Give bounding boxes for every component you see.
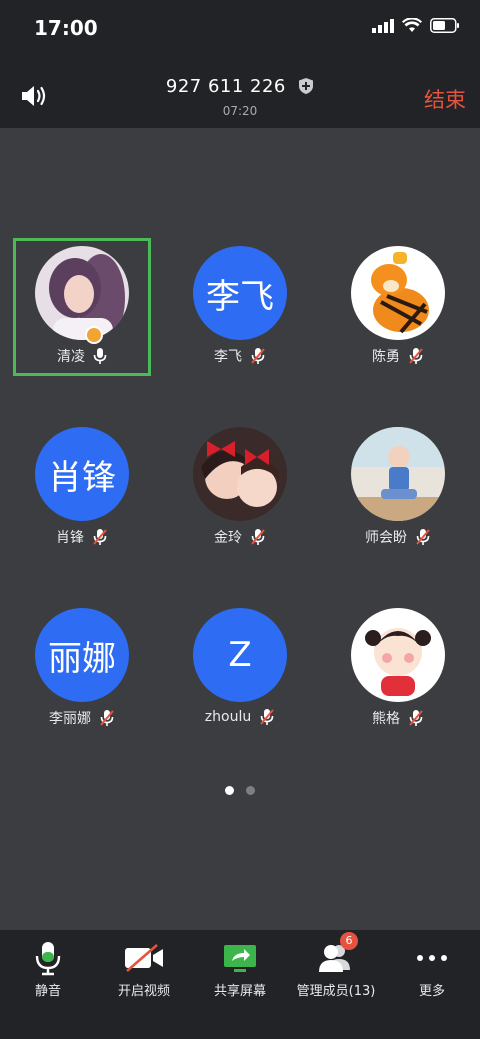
shield-icon bbox=[298, 77, 314, 100]
participant-tile[interactable]: Z zhoulu bbox=[171, 600, 309, 738]
avatar: 肖锋 bbox=[35, 427, 129, 521]
avatar: Z bbox=[193, 608, 287, 702]
participant-name-row: 清凌 bbox=[13, 346, 151, 366]
more-label: 更多 bbox=[418, 984, 445, 999]
mute-button[interactable]: 静音 bbox=[0, 930, 96, 1010]
participant-name-row: 师会盼 bbox=[329, 527, 467, 547]
muted-microphone-icon bbox=[251, 348, 265, 364]
avatar: 李飞 bbox=[193, 246, 287, 340]
muted-microphone-icon bbox=[260, 709, 274, 725]
participant-name: 清凌 bbox=[57, 349, 85, 365]
participant-name-row: 陈勇 bbox=[329, 346, 467, 366]
participant-name: 熊格 bbox=[372, 711, 400, 727]
participant-name: 肖锋 bbox=[56, 530, 84, 546]
muted-microphone-icon bbox=[93, 529, 107, 545]
microphone-icon bbox=[93, 348, 107, 364]
avatar bbox=[193, 427, 287, 521]
participant-name: zhoulu bbox=[204, 709, 252, 725]
status-time: 17:00 bbox=[34, 16, 98, 40]
participant-tile[interactable]: 师会盼 bbox=[329, 419, 467, 557]
members-icon bbox=[288, 940, 384, 976]
participant-name: 李丽娜 bbox=[49, 711, 91, 727]
participant-name-row: 肖锋 bbox=[13, 527, 151, 547]
share-screen-icon bbox=[192, 940, 288, 976]
muted-microphone-icon bbox=[409, 710, 423, 726]
more-icon bbox=[384, 940, 480, 976]
muted-microphone-icon bbox=[251, 529, 265, 545]
muted-microphone-icon bbox=[409, 348, 423, 364]
participant-tile[interactable]: 肖锋 肖锋 bbox=[13, 419, 151, 557]
meeting-header: 927 611 226 07:20 结束 bbox=[0, 56, 480, 128]
meeting-id: 927 611 226 bbox=[165, 76, 286, 97]
participant-name-row: 李飞 bbox=[171, 346, 309, 366]
participant-name-row: 熊格 bbox=[329, 708, 467, 728]
page-dot[interactable] bbox=[246, 786, 255, 795]
share-screen-label: 共享屏幕 bbox=[213, 984, 266, 999]
participant-name: 金玲 bbox=[214, 530, 242, 546]
meeting-timer: 07:20 bbox=[222, 104, 258, 118]
bottom-toolbar: 静音 开启视频 共享屏幕 6 管理成员(13) 更多 bbox=[0, 930, 480, 1039]
more-button[interactable]: 更多 bbox=[384, 930, 480, 1010]
participant-tile[interactable]: 陈勇 bbox=[329, 238, 467, 376]
participant-tile[interactable]: 李飞 李飞 bbox=[171, 238, 309, 376]
participant-tile[interactable]: 金玲 bbox=[171, 419, 309, 557]
signal-icon bbox=[372, 18, 394, 33]
end-meeting-button[interactable]: 结束 bbox=[424, 84, 466, 114]
manage-members-label: 管理成员(13) bbox=[296, 984, 376, 999]
avatar bbox=[35, 246, 129, 340]
avatar: 丽娜 bbox=[35, 608, 129, 702]
avatar bbox=[351, 246, 445, 340]
wifi-icon bbox=[402, 18, 422, 32]
start-video-button[interactable]: 开启视频 bbox=[96, 930, 192, 1010]
avatar bbox=[351, 427, 445, 521]
page-dot-active[interactable] bbox=[225, 786, 234, 795]
host-badge-icon bbox=[85, 326, 103, 344]
participant-name: 李飞 bbox=[214, 349, 242, 365]
avatar bbox=[351, 608, 445, 702]
participant-name-row: zhoulu bbox=[171, 708, 309, 726]
page-indicator[interactable] bbox=[0, 786, 480, 795]
manage-members-button[interactable]: 6 管理成员(13) bbox=[288, 930, 384, 1010]
meeting-id-row[interactable]: 927 611 226 bbox=[0, 76, 480, 100]
status-bar: 17:00 bbox=[0, 0, 480, 56]
muted-microphone-icon bbox=[416, 529, 430, 545]
participant-name-row: 金玲 bbox=[171, 527, 309, 547]
participant-tile[interactable]: 熊格 bbox=[329, 600, 467, 738]
mute-label: 静音 bbox=[34, 984, 61, 999]
status-icons bbox=[372, 18, 460, 33]
participant-tile[interactable]: 丽娜 李丽娜 bbox=[13, 600, 151, 738]
share-screen-button[interactable]: 共享屏幕 bbox=[192, 930, 288, 1010]
video-camera-off-icon bbox=[96, 940, 192, 976]
battery-icon bbox=[430, 18, 459, 33]
members-badge: 6 bbox=[340, 932, 358, 950]
microphone-icon bbox=[0, 940, 96, 976]
participant-name-row: 李丽娜 bbox=[13, 708, 151, 728]
start-video-label: 开启视频 bbox=[117, 984, 170, 999]
muted-microphone-icon bbox=[100, 710, 114, 726]
participant-name: 陈勇 bbox=[372, 349, 400, 365]
participant-name: 师会盼 bbox=[365, 530, 407, 546]
participant-tile[interactable]: 清凌 bbox=[13, 238, 151, 376]
